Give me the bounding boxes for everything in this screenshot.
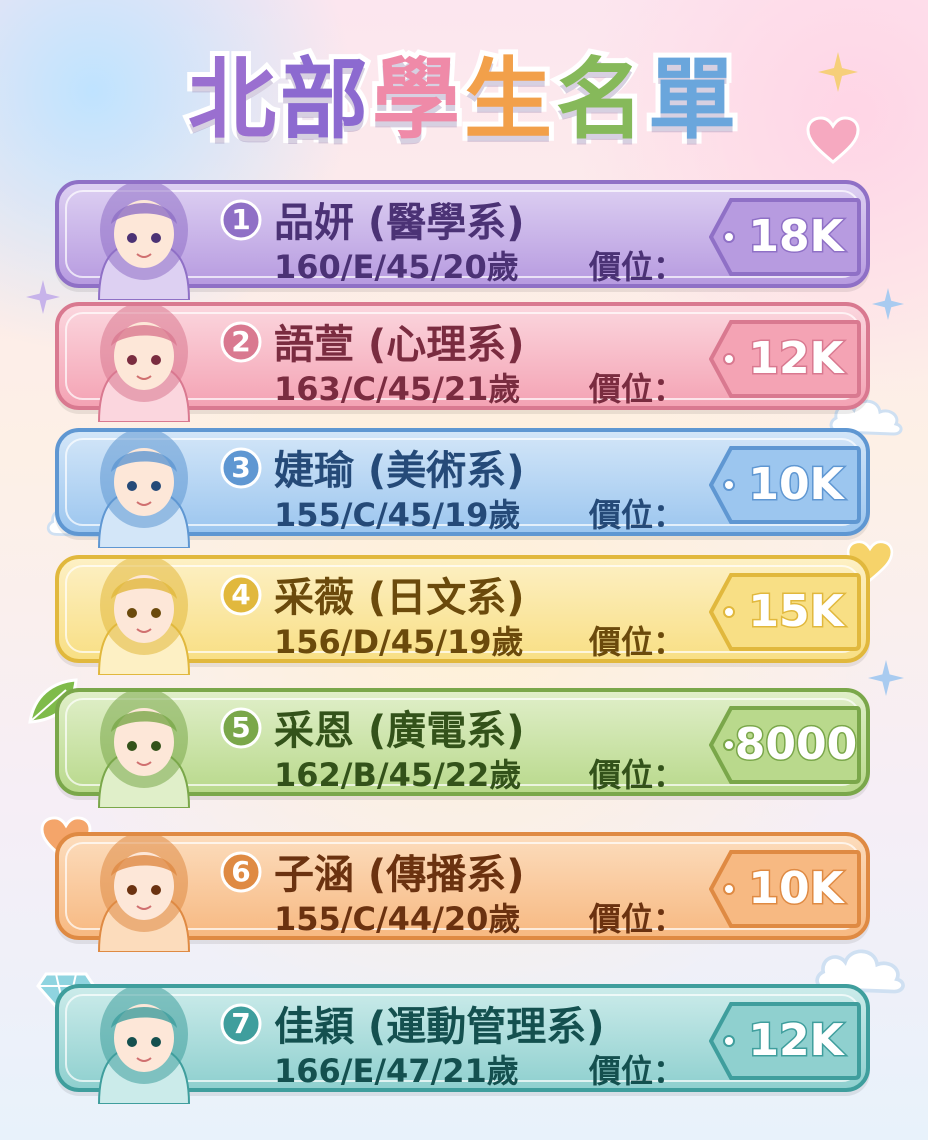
student-stats: 162/B/45/22歲 — [274, 756, 522, 794]
student-card: 4 采薇 (日文系) 156/D/45/19歲 價位： 15K — [55, 555, 870, 675]
price-value: 12K — [747, 1014, 845, 1068]
title-char: 部 — [275, 43, 373, 156]
rank-number: 7 — [231, 1007, 251, 1040]
student-stats: 155/C/44/20歲 — [274, 900, 521, 938]
price-label: 價位： — [589, 900, 686, 938]
title-char: 學 — [367, 43, 465, 156]
avatar — [97, 688, 191, 808]
price-value: 10K — [747, 458, 845, 512]
avatar — [97, 428, 191, 548]
price-label: 價位： — [589, 756, 686, 794]
sparkle-icon — [872, 288, 904, 320]
avatar — [97, 302, 191, 422]
avatar — [97, 832, 191, 952]
sparkle-icon — [868, 660, 904, 696]
title-char: 單 — [643, 43, 741, 156]
price-label: 價位： — [589, 1052, 686, 1090]
sparkle-icon — [26, 280, 60, 314]
rank-number: 2 — [231, 325, 251, 358]
title-char: 名 — [551, 43, 649, 156]
price-label: 價位： — [589, 248, 686, 286]
student-name: 婕瑜 (美術系) — [274, 448, 525, 494]
student-card: 6 子涵 (傳播系) 155/C/44/20歲 價位： 10K — [55, 832, 870, 952]
student-card: 1 品妍 (醫學系) 160/E/45/20歲 價位： 18K — [55, 180, 870, 300]
price-value: 10K — [747, 862, 845, 916]
student-card: 5 采恩 (廣電系) 162/B/45/22歲 價位： 8000 — [55, 688, 870, 808]
price-label: 價位： — [589, 496, 686, 534]
student-stats: 160/E/45/20歲 — [274, 248, 519, 286]
student-card: 3 婕瑜 (美術系) 155/C/45/19歲 價位： 10K — [55, 428, 870, 548]
price-label: 價位： — [589, 623, 686, 661]
rank-number: 3 — [231, 451, 251, 484]
student-name: 佳穎 (運動管理系) — [274, 1004, 605, 1050]
student-stats: 156/D/45/19歲 — [274, 623, 524, 661]
avatar — [97, 984, 191, 1104]
student-stats: 163/C/45/21歲 — [274, 370, 521, 408]
student-stats: 155/C/45/19歲 — [274, 496, 521, 534]
title-char: 北 — [183, 43, 281, 156]
price-value: 15K — [747, 585, 845, 639]
rank-number: 5 — [231, 711, 251, 744]
price-value: 8000 — [733, 718, 858, 772]
student-name: 采薇 (日文系) — [274, 575, 525, 621]
price-value: 12K — [747, 332, 845, 386]
price-value: 18K — [747, 210, 845, 264]
page-title: 北部學生名單 — [0, 30, 928, 170]
student-name: 品妍 (醫學系) — [274, 200, 525, 246]
rank-number: 4 — [231, 578, 251, 611]
student-name: 語萱 (心理系) — [274, 322, 525, 368]
rank-number: 6 — [231, 855, 251, 888]
student-card: 2 語萱 (心理系) 163/C/45/21歲 價位： 12K — [55, 302, 870, 422]
student-card: 7 佳穎 (運動管理系) 166/E/47/21歲 價位： 12K — [55, 984, 870, 1104]
rank-number: 1 — [231, 203, 251, 236]
avatar — [97, 180, 191, 300]
price-label: 價位： — [589, 370, 686, 408]
title-char: 生 — [459, 43, 557, 156]
student-stats: 166/E/47/21歲 — [274, 1052, 519, 1090]
student-name: 采恩 (廣電系) — [274, 708, 525, 754]
student-name: 子涵 (傳播系) — [274, 852, 525, 898]
avatar — [97, 555, 191, 675]
